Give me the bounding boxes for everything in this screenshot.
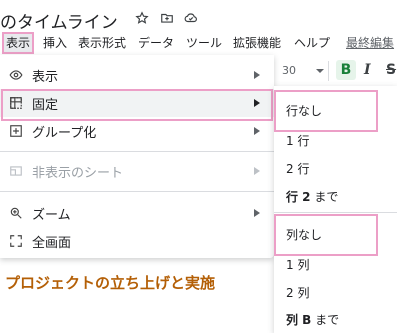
freeze-1-column[interactable]: 1 列 (274, 250, 397, 278)
title-bar: のタイムライン (0, 0, 397, 34)
menu-item-hidden-sheets: 非表示のシート (0, 157, 274, 185)
menu-item-show[interactable]: 表示 (0, 61, 274, 89)
menu-help[interactable]: ヘルプ (294, 35, 330, 52)
cloud-status-icon[interactable] (183, 10, 199, 26)
menu-format[interactable]: 表示形式 (78, 35, 126, 52)
group-plus-icon (9, 124, 23, 138)
strikethrough-button[interactable]: S (386, 62, 396, 78)
menu-extensions[interactable]: 拡張機能 (233, 35, 281, 52)
menu-item-label: ズーム (32, 207, 71, 223)
menu-item-label: 固定 (32, 97, 59, 113)
freeze-1-row[interactable]: 1 行 (274, 126, 397, 154)
freeze-2-rows[interactable]: 2 行 (274, 154, 397, 182)
menu-item-freeze[interactable]: 固定 (0, 89, 274, 121)
font-size-value[interactable]: 30 (282, 64, 296, 77)
freeze-2-columns[interactable]: 2 列 (274, 278, 397, 306)
menu-item-zoom[interactable]: ズーム (0, 199, 274, 227)
toolbar-divider (328, 61, 329, 81)
menu-item-group[interactable]: グループ化 (0, 117, 274, 145)
move-to-folder-icon[interactable] (159, 10, 175, 26)
menu-tools[interactable]: ツール (186, 35, 222, 52)
menu-divider (0, 191, 274, 192)
document-heading: プロジェクトの立ち上げと実施 (5, 274, 216, 292)
menu-divider (0, 151, 274, 152)
menu-item-label: 非表示のシート (32, 165, 124, 181)
chevron-right-icon (254, 71, 260, 79)
chevron-right-icon (254, 167, 260, 175)
italic-button[interactable]: I (364, 62, 371, 78)
submenu-item-label: 行なし (286, 104, 323, 118)
zoom-icon (9, 206, 23, 220)
submenu-item-label: 1 行 (286, 134, 310, 148)
menu-item-fullscreen[interactable]: 全画面 (0, 227, 274, 255)
eye-icon (9, 68, 23, 82)
view-menu-dropdown: 表示 固定 グループ化 非表示のシート ズーム 全画面 (0, 55, 274, 258)
freeze-icon (9, 96, 23, 110)
submenu-item-label: 行 2 まで (286, 190, 339, 204)
menu-item-label: グループ化 (32, 125, 97, 141)
freeze-submenu: 行なし 1 行 2 行 行 2 まで 列なし 1 列 2 列 列 B まで (274, 86, 397, 333)
bold-button[interactable]: B (336, 60, 356, 80)
freeze-no-columns[interactable]: 列なし (274, 214, 397, 256)
fullscreen-icon (9, 234, 23, 248)
menu-view[interactable]: 表示 (2, 32, 35, 54)
menu-data[interactable]: データ (138, 35, 174, 52)
chevron-right-icon (254, 99, 260, 107)
freeze-no-rows[interactable]: 行なし (274, 90, 397, 132)
document-title[interactable]: のタイムライン (0, 8, 118, 33)
menu-item-label: 表示 (32, 69, 59, 85)
formatting-toolbar: 30 B I S (274, 55, 397, 85)
chevron-down-icon[interactable] (316, 69, 324, 73)
menu-item-label: 全画面 (32, 235, 72, 251)
submenu-item-label: 列 B まで (286, 313, 340, 327)
menu-insert[interactable]: 挿入 (43, 35, 67, 52)
submenu-item-label: 1 列 (286, 258, 310, 272)
freeze-up-to-row[interactable]: 行 2 まで (274, 182, 397, 210)
chevron-right-icon (254, 127, 260, 135)
last-edit-link[interactable]: 最終編集 (346, 35, 394, 52)
star-icon[interactable] (134, 10, 150, 26)
chevron-right-icon (254, 209, 260, 217)
menu-bar: 表示 挿入 表示形式 データ ツール 拡張機能 ヘルプ 最終編集 (0, 32, 397, 54)
submenu-divider (274, 212, 397, 213)
submenu-item-label: 2 行 (286, 162, 310, 176)
submenu-item-label: 2 列 (286, 286, 310, 300)
freeze-up-to-column[interactable]: 列 B まで (274, 305, 397, 333)
hidden-sheet-icon (9, 164, 23, 178)
submenu-item-label: 列なし (286, 228, 323, 242)
